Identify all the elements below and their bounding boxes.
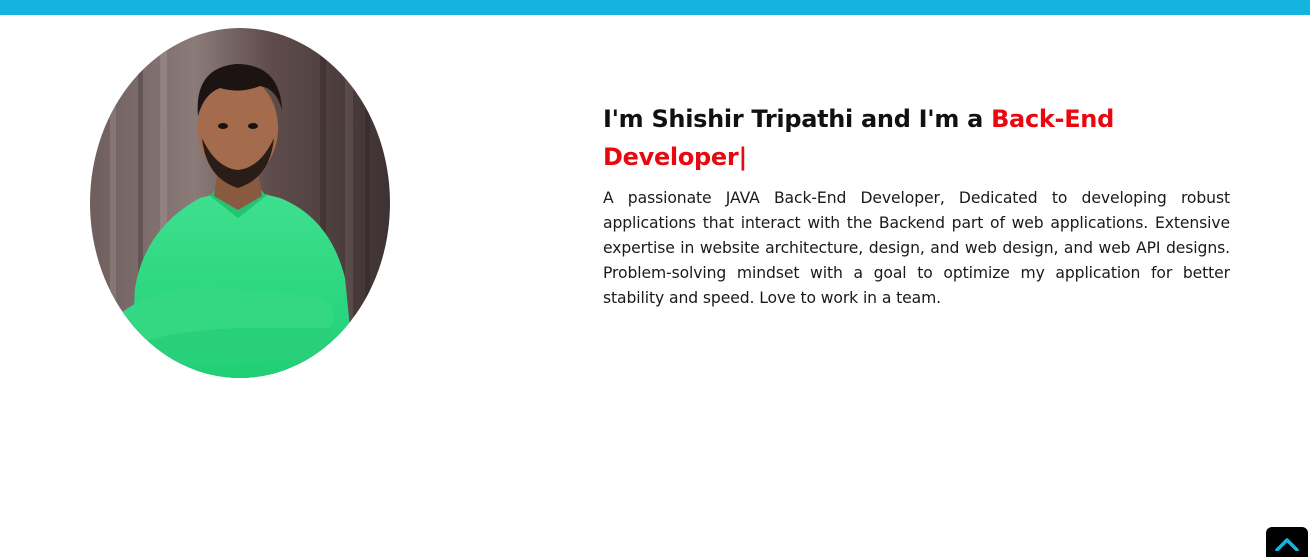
top-bar — [0, 0, 1310, 15]
back-to-top-button[interactable] — [1266, 527, 1308, 557]
profile-photo — [90, 28, 390, 378]
headline: I'm Shishir Tripathi and I'm a Back-End … — [603, 100, 1230, 176]
typing-cursor: | — [738, 143, 747, 171]
headline-prefix: I'm Shishir Tripathi and I'm a — [603, 105, 992, 133]
about-description: A passionate JAVA Back-End Developer, De… — [603, 189, 1230, 307]
about-section: I'm Shishir Tripathi and I'm a Back-End … — [603, 100, 1230, 311]
chevron-up-icon — [1275, 538, 1299, 551]
